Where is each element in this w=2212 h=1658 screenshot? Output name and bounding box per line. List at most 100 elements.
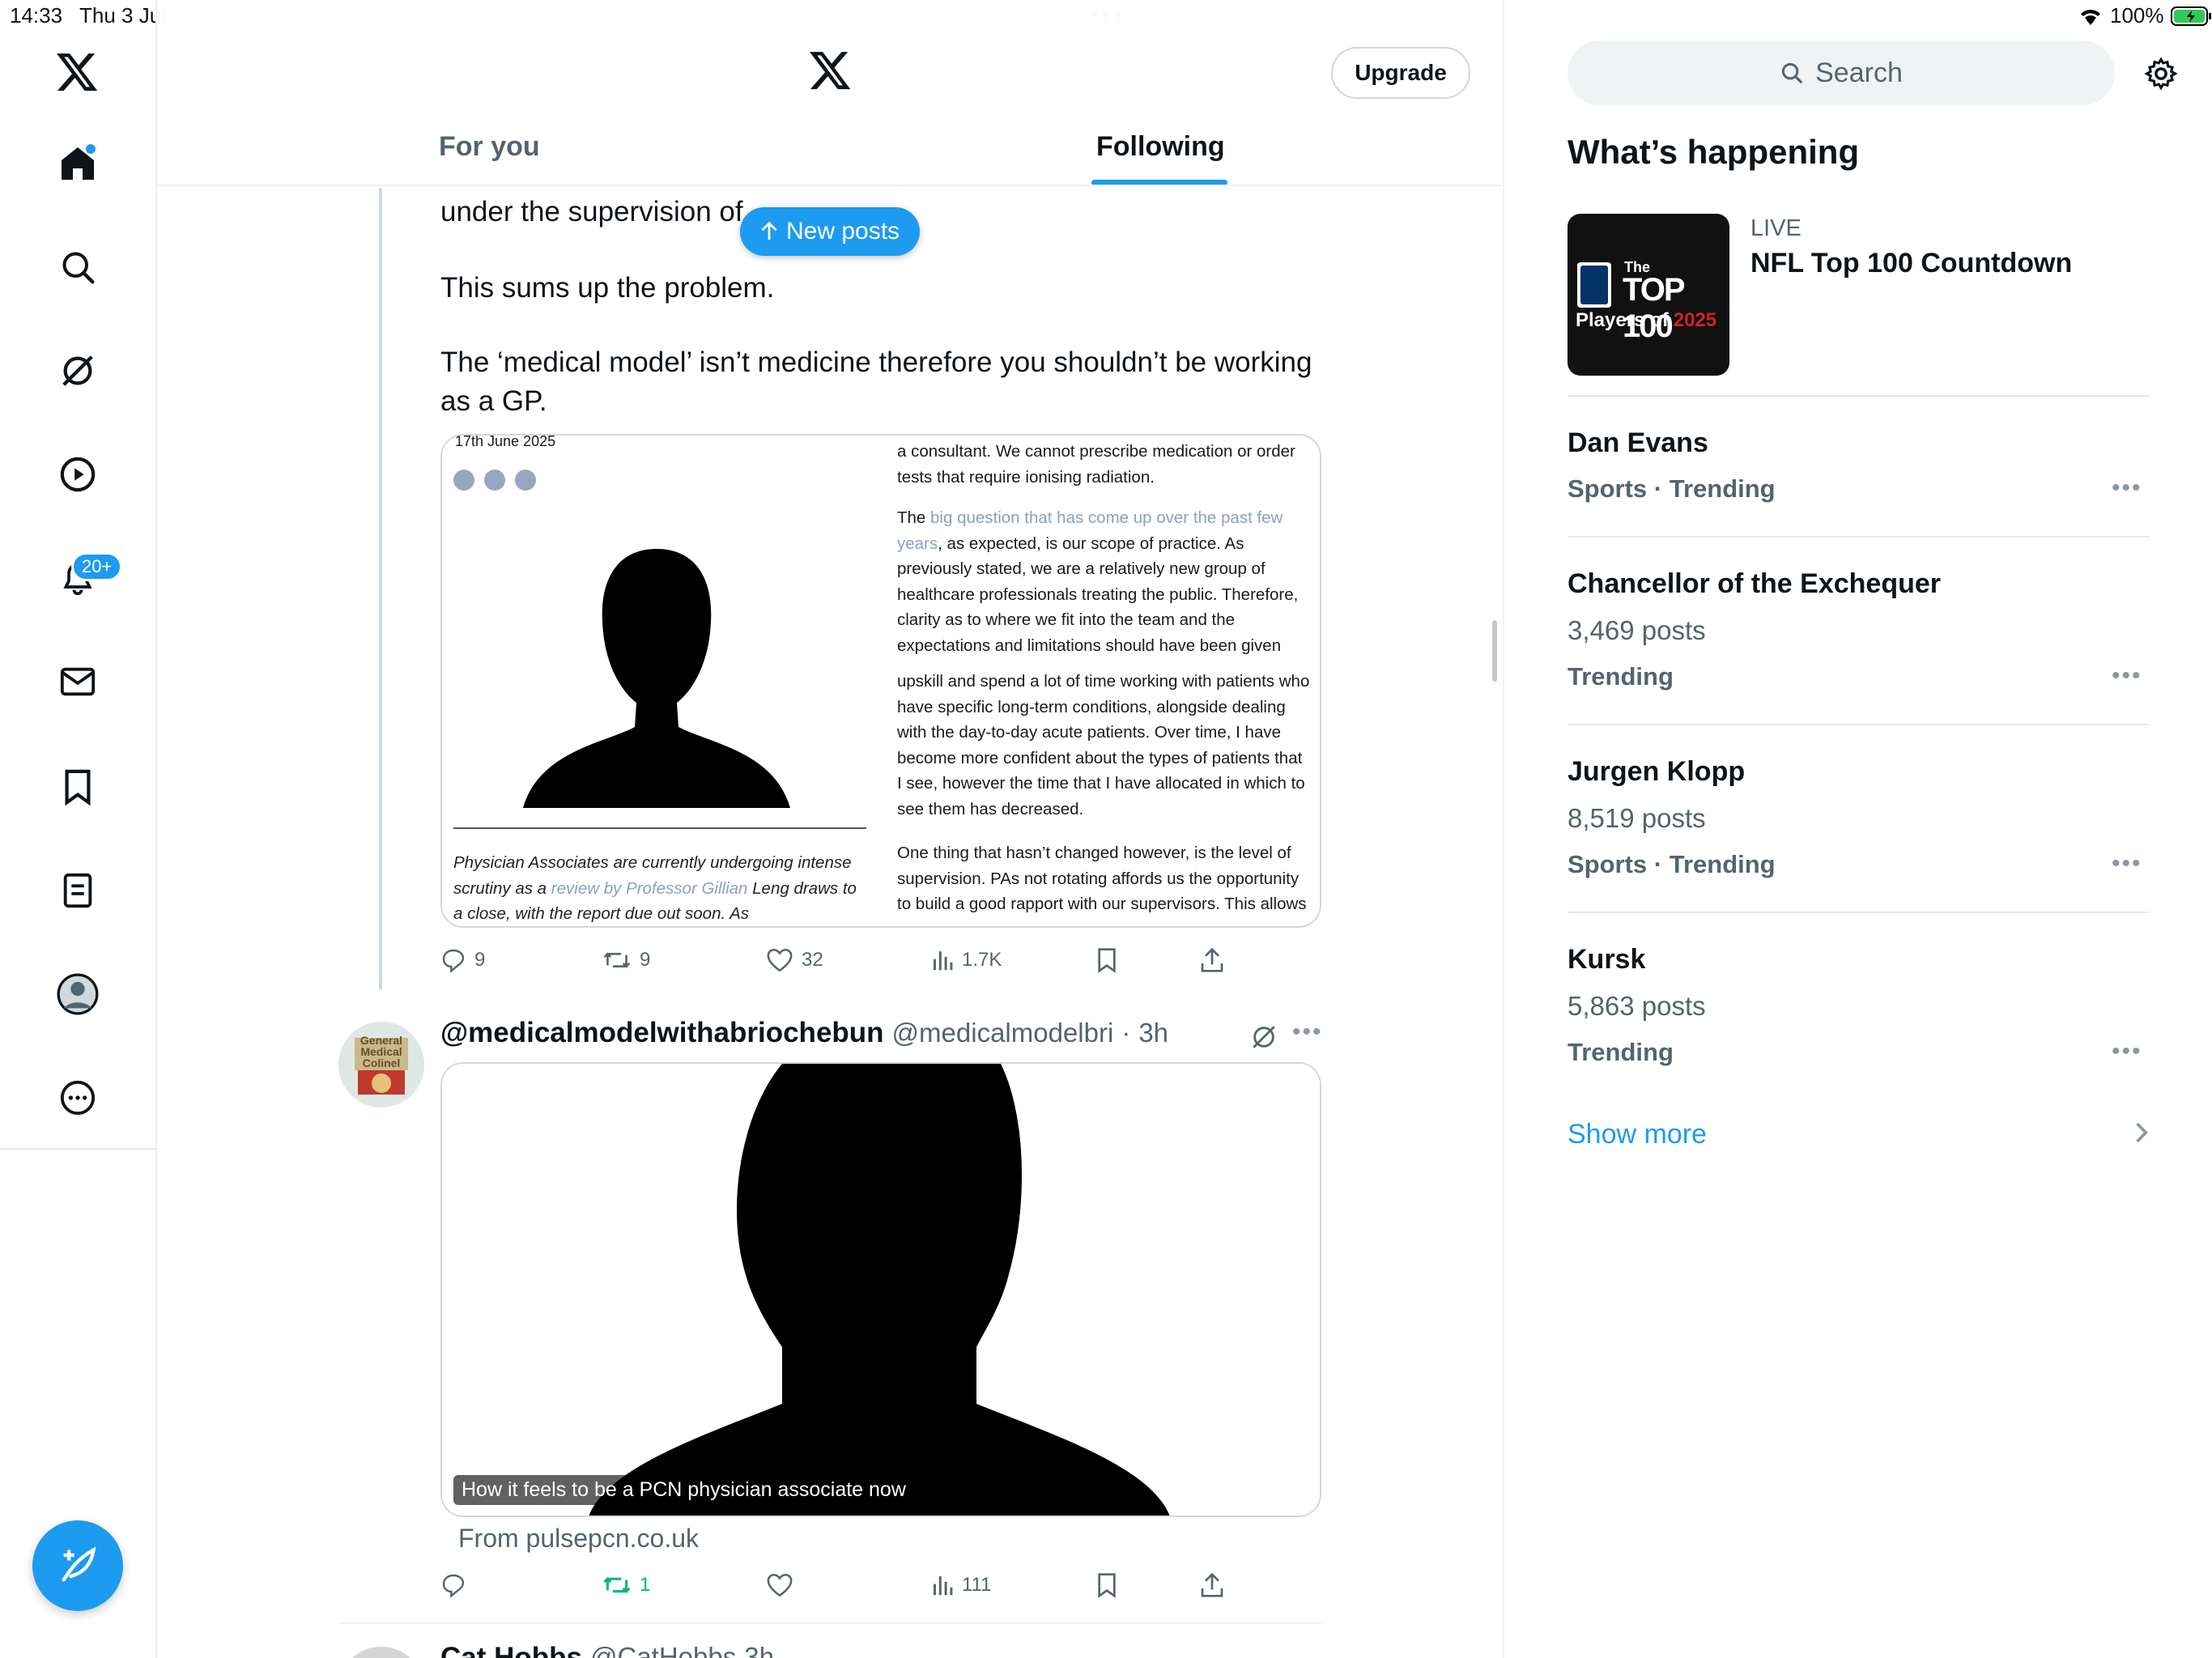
trend-name[interactable]: Jurgen Klopp (1568, 756, 1745, 788)
video-play-icon[interactable] (45, 442, 110, 507)
link-source[interactable]: From pulsepcn.co.uk (458, 1524, 699, 1554)
reply-button[interactable]: 9 (440, 947, 485, 973)
live-title[interactable]: NFL Top 100 Countdown (1750, 248, 2072, 279)
trend-divider (1568, 912, 2149, 913)
silhouette-placeholder-image (523, 549, 790, 808)
bookmarks-icon[interactable] (45, 755, 110, 819)
image-caption: How it feels to be a PCN physician assoc… (453, 1475, 914, 1505)
tweet2-time[interactable]: 3h (1138, 1018, 1168, 1048)
compose-post-button[interactable] (32, 1520, 123, 1611)
tweet2-handle[interactable]: @medicalmodelbri (892, 1018, 1114, 1048)
chevron-right-icon (2134, 1120, 2149, 1145)
whatsapp-share-icon (515, 470, 536, 491)
tab-for-you[interactable]: For you (439, 131, 540, 163)
trend-divider (1568, 395, 2149, 397)
share-button[interactable] (1200, 947, 1224, 973)
tweet2-display-name[interactable]: @medicalmodelwithabriochebun (440, 1017, 884, 1049)
tweet2-author-line: @medicalmodelwithabriochebun @medicalmod… (440, 1017, 1168, 1049)
doc-text-2: The big question that has come up over t… (897, 508, 1299, 655)
compose-feather-icon (62, 1546, 96, 1582)
trend-more-icon[interactable]: ••• (2112, 1038, 2142, 1065)
tweet2-avatar[interactable]: General Medical Colinel (338, 1022, 424, 1107)
tweet3-time[interactable]: 3h (744, 1642, 774, 1658)
reply-icon (442, 1574, 465, 1598)
trend-category: Sports · Trending (1568, 474, 1776, 503)
tweet-divider (338, 1622, 1321, 1624)
trend-category: Trending (1568, 662, 1674, 691)
trend-category: Sports · Trending (1568, 850, 1776, 878)
notifications-badge: 20+ (71, 552, 123, 581)
repost-icon (603, 952, 631, 968)
linkedin-share-icon (453, 470, 474, 491)
explore-search-icon[interactable] (45, 235, 110, 300)
search-icon (1782, 62, 1802, 83)
header-x-logo-icon[interactable] (810, 52, 852, 91)
live-thumbnail[interactable]: The TOP 100 Players of 2025 (1568, 214, 1729, 376)
live-label: LIVE (1750, 215, 1802, 241)
trend-more-icon[interactable]: ••• (2112, 474, 2142, 502)
grok-icon[interactable] (45, 338, 110, 403)
tweet2-more-icon[interactable]: ••• (1292, 1018, 1323, 1046)
repost-button[interactable]: 9 (602, 948, 650, 972)
repost-button[interactable]: 1 (602, 1573, 650, 1597)
bookmark-button[interactable] (1096, 1572, 1117, 1598)
arrow-up-icon (761, 222, 777, 240)
tweet-text-para2: The ‘medical model’ isn’t medicine there… (440, 346, 1312, 417)
sidebar-divider (1503, 0, 1504, 1658)
trend-name[interactable]: Dan Evans (1568, 427, 1708, 459)
tweet2-image[interactable]: How it feels to be a PCN physician assoc… (440, 1062, 1321, 1517)
silhouette-photo (442, 1064, 1320, 1516)
views-chart-icon (933, 1576, 953, 1596)
new-posts-pill[interactable]: New posts (740, 207, 920, 256)
views-chart-icon (933, 951, 953, 971)
tweet3-handle[interactable]: @CatHobbs (590, 1642, 736, 1658)
trend-category: Trending (1568, 1038, 1674, 1066)
x-logo-icon[interactable] (45, 40, 110, 105)
doc-text-1: a consultant. We cannot prescribe medica… (897, 442, 1295, 487)
tweet2-separator: · (1121, 1018, 1131, 1048)
scrollbar-thumb[interactable] (1492, 620, 1497, 682)
thread-line (379, 188, 382, 989)
doc-caption: Physician Associates are currently under… (453, 853, 857, 923)
tweet3-avatar[interactable] (338, 1647, 424, 1658)
home-icon[interactable] (45, 131, 110, 196)
views-button[interactable]: 111 (931, 1573, 991, 1597)
tweet-text-para1: This sums up the problem. (440, 272, 775, 304)
trend-more-icon[interactable]: ••• (2112, 850, 2142, 878)
show-more-link[interactable]: Show more (1568, 1119, 1707, 1150)
search-input[interactable]: Search (1568, 40, 2115, 105)
bookmark-icon (1098, 948, 1116, 973)
like-button[interactable]: 32 (766, 947, 823, 973)
trend-more-icon[interactable]: ••• (2112, 662, 2142, 690)
bookmark-button[interactable] (1096, 947, 1117, 973)
tweet2-grok-icon[interactable] (1250, 1023, 1278, 1051)
share-icon (1201, 947, 1223, 972)
tab-following[interactable]: Following (1096, 131, 1225, 163)
tweet-image-document[interactable]: 17th June 2025 Physician Associates are … (440, 434, 1321, 928)
trend-name[interactable]: Kursk (1568, 944, 1645, 976)
avatar-text: General Medical Colinel (359, 1034, 403, 1069)
messages-mail-icon[interactable] (45, 649, 110, 714)
repost-icon (603, 1577, 631, 1593)
lists-icon[interactable] (45, 858, 110, 923)
doc-text-3: upskill and spend a lot of time working … (897, 672, 1310, 818)
share-button[interactable] (1200, 1572, 1224, 1598)
more-options-icon[interactable] (45, 1065, 110, 1130)
doc-date: 17th June 2025 (455, 434, 556, 449)
tweet3-display-name[interactable]: Cat Hobbs (440, 1642, 582, 1658)
trend-divider (1568, 724, 2149, 725)
new-posts-label: New posts (785, 218, 900, 244)
settings-gear-icon[interactable] (2144, 57, 2178, 91)
upgrade-button[interactable]: Upgrade (1331, 47, 1470, 99)
battery-percent: 100% (2110, 3, 2164, 28)
trend-count: 5,863 posts (1568, 991, 1706, 1021)
tweet1-action-bar: 9 9 32 1.7K (440, 944, 1323, 976)
profile-avatar-icon[interactable] (45, 962, 110, 1027)
trend-name[interactable]: Chancellor of the Exchequer (1568, 568, 1941, 600)
battery-icon (2170, 6, 2211, 26)
trend-divider (1568, 536, 2149, 538)
reply-button[interactable] (440, 1572, 466, 1598)
like-button[interactable] (766, 1572, 793, 1598)
views-button[interactable]: 1.7K (931, 948, 1002, 972)
email-share-icon (484, 470, 505, 491)
